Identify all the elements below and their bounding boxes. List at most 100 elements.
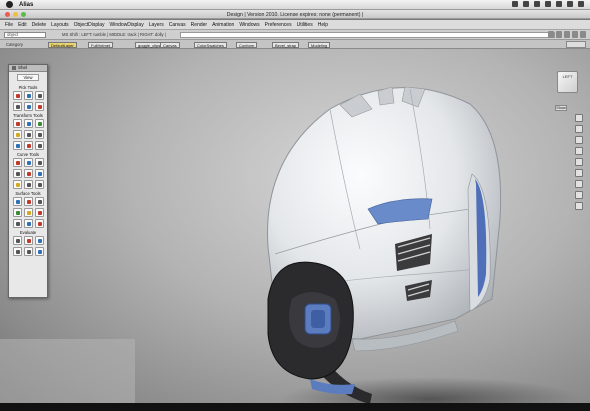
menu-item-layouts[interactable]: Layouts — [51, 22, 69, 28]
tool-grid — [11, 197, 45, 228]
show-button[interactable]: Show — [555, 105, 567, 111]
bluetooth-icon[interactable] — [512, 1, 518, 7]
tool-button[interactable] — [23, 197, 33, 206]
tool-button[interactable] — [34, 102, 44, 111]
menu-item-file[interactable]: File — [5, 22, 13, 28]
tool-button[interactable] — [34, 91, 44, 100]
prompt-line[interactable] — [180, 32, 555, 38]
battery-icon[interactable] — [545, 1, 551, 7]
menu-item-canvas[interactable]: Canvas — [169, 22, 186, 28]
clock-icon[interactable] — [556, 1, 562, 7]
layer-chip[interactable]: Canvas — [160, 41, 180, 48]
tool-button[interactable] — [34, 158, 44, 167]
tool-button[interactable] — [23, 208, 33, 217]
grid-icon[interactable] — [572, 31, 578, 38]
menu-item-edit[interactable]: Edit — [18, 22, 27, 28]
viewport[interactable] — [0, 49, 590, 411]
tool-button[interactable] — [12, 158, 22, 167]
layer-chip[interactable]: ColorSwatches — [194, 41, 227, 48]
tool-button[interactable] — [12, 119, 22, 128]
toolbar-icons — [548, 31, 586, 38]
zoom-icon[interactable] — [575, 147, 583, 155]
fit-icon[interactable] — [575, 180, 583, 188]
tool-button[interactable] — [12, 236, 22, 245]
layer-chip[interactable]: FullHelmet — [88, 41, 114, 48]
layer-chip[interactable]: Conform — [236, 41, 258, 48]
menu-item-render[interactable]: Render — [191, 22, 207, 28]
window-title: Design | Version 2010. License expires: … — [226, 11, 364, 18]
tool-button[interactable] — [12, 102, 22, 111]
tool-button[interactable] — [12, 169, 22, 178]
layer-chip[interactable]: Bevel_strap — [272, 41, 300, 48]
user-icon[interactable] — [567, 1, 573, 7]
palette-close-icon[interactable] — [12, 65, 16, 70]
watermark-area — [0, 339, 135, 411]
tool-button[interactable] — [12, 180, 22, 189]
tool-button[interactable] — [34, 180, 44, 189]
tool-button[interactable] — [34, 130, 44, 139]
tool-button[interactable] — [23, 247, 33, 256]
layer-options-button[interactable] — [566, 41, 586, 48]
tool-button[interactable] — [34, 208, 44, 217]
volume-icon[interactable] — [534, 1, 540, 7]
view-cube[interactable]: LEFT — [557, 71, 578, 93]
tool-button[interactable] — [23, 180, 33, 189]
tool-grid — [11, 158, 45, 189]
tool-button[interactable] — [12, 197, 22, 206]
layer-chip[interactable]: DefaultLayer — [48, 41, 77, 48]
menu-item-help[interactable]: Help — [318, 22, 328, 28]
menu-item-utilities[interactable]: Utilities — [297, 22, 313, 28]
tool-button[interactable] — [34, 119, 44, 128]
tool-button[interactable] — [12, 219, 22, 228]
tool-button[interactable] — [34, 169, 44, 178]
tool-button[interactable] — [34, 247, 44, 256]
tool-button[interactable] — [34, 219, 44, 228]
status-icons — [512, 1, 584, 7]
tool-button[interactable] — [23, 219, 33, 228]
pin-icon[interactable] — [564, 31, 570, 38]
tool-button[interactable] — [12, 91, 22, 100]
object-field[interactable]: object — [4, 32, 46, 38]
apple-icon[interactable] — [6, 1, 13, 8]
tool-button[interactable] — [23, 158, 33, 167]
tool-button[interactable] — [12, 141, 22, 150]
menu-item-animation[interactable]: Animation — [212, 22, 234, 28]
lock-icon[interactable] — [548, 31, 554, 38]
camera-view-icon[interactable] — [575, 191, 583, 199]
tool-button[interactable] — [23, 91, 33, 100]
search-icon[interactable] — [578, 1, 584, 7]
layer-chip[interactable]: Modeling — [308, 41, 331, 48]
menu-item-windowdisplay[interactable]: WindowDisplay — [110, 22, 144, 28]
menu-item-windows[interactable]: Windows — [239, 22, 259, 28]
palette-titlebar[interactable]: Shel — [9, 65, 47, 72]
palette-section: Pick Tools — [9, 84, 47, 112]
menu-item-objectdisplay[interactable]: ObjectDisplay — [74, 22, 105, 28]
tumble-icon[interactable] — [575, 114, 583, 122]
grid-toggle-icon[interactable] — [575, 169, 583, 177]
tool-button[interactable] — [23, 102, 33, 111]
tool-button[interactable] — [12, 247, 22, 256]
rotate-icon[interactable] — [575, 158, 583, 166]
wifi-icon[interactable] — [523, 1, 529, 7]
tool-button[interactable] — [34, 141, 44, 150]
tool-button[interactable] — [34, 236, 44, 245]
persp-icon[interactable] — [575, 202, 583, 210]
dolly-icon[interactable] — [575, 136, 583, 144]
track-icon[interactable] — [575, 125, 583, 133]
tool-button[interactable] — [23, 236, 33, 245]
tool-button[interactable] — [23, 119, 33, 128]
layer-icon[interactable] — [556, 31, 562, 38]
menu-item-layers[interactable]: Layers — [149, 22, 164, 28]
tool-button[interactable] — [23, 130, 33, 139]
tool-button[interactable] — [12, 130, 22, 139]
tool-button[interactable] — [23, 169, 33, 178]
menu-item-delete[interactable]: Delete — [32, 22, 46, 28]
menu-item-preferences[interactable]: Preferences — [265, 22, 292, 28]
app-name[interactable]: Alias — [19, 2, 33, 8]
tool-button[interactable] — [23, 141, 33, 150]
tab-view[interactable]: View — [17, 74, 39, 81]
layer-chip[interactable]: goggle_clips — [135, 41, 164, 48]
tool-button[interactable] — [12, 208, 22, 217]
camera-icon[interactable] — [580, 31, 586, 38]
tool-button[interactable] — [34, 197, 44, 206]
